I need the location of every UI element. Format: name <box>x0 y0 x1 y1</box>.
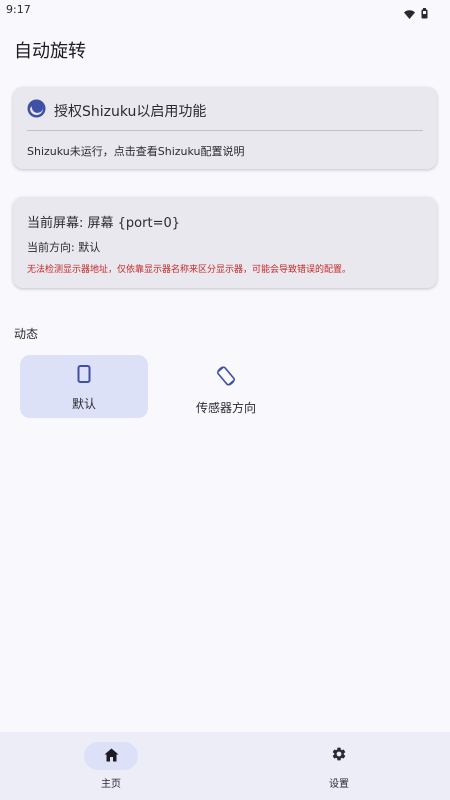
bottom-navigation: 主页 设置 <box>0 732 450 800</box>
mode-option-sensor[interactable]: 传感器方向 <box>162 355 290 418</box>
nav-label-home: 主页 <box>101 779 121 790</box>
home-icon <box>104 747 119 766</box>
status-bar: 9:17 <box>0 0 450 22</box>
mode-option-default[interactable]: 默认 <box>20 355 148 418</box>
page-title: 自动旋转 <box>14 41 86 62</box>
current-screen-text: 当前屏幕: 屏幕 {port=0} <box>27 216 180 231</box>
nav-label-settings: 设置 <box>329 779 349 790</box>
nav-item-settings[interactable]: 设置 <box>279 742 399 794</box>
status-time: 9:17 <box>6 3 31 16</box>
shizuku-icon <box>27 99 46 122</box>
mode-label-default: 默认 <box>71 397 96 411</box>
phone-portrait-icon <box>77 365 91 387</box>
gear-icon <box>331 746 347 766</box>
wifi-icon <box>404 4 415 23</box>
nav-item-home[interactable]: 主页 <box>51 742 171 794</box>
shizuku-title: 授权Shizuku以启用功能 <box>54 103 207 120</box>
mode-label-sensor: 传感器方向 <box>195 401 256 415</box>
display-warning-text: 无法检测显示器地址，仅依靠显示器名称来区分显示器，可能会导致错误的配置。 <box>27 265 352 275</box>
display-info-card: 当前屏幕: 屏幕 {port=0} 当前方向: 默认 无法检测显示器地址，仅依靠… <box>13 197 437 288</box>
current-orientation-text: 当前方向: 默认 <box>27 241 101 254</box>
screen-rotation-icon <box>215 365 237 391</box>
nav-indicator-settings <box>312 742 366 770</box>
battery-icon <box>421 4 428 23</box>
card-divider <box>27 130 423 131</box>
section-label-dynamic: 动态 <box>14 327 39 341</box>
shizuku-card[interactable]: 授权Shizuku以启用功能 Shizuku未运行，点击查看Shizuku配置说… <box>13 87 437 169</box>
shizuku-description[interactable]: Shizuku未运行，点击查看Shizuku配置说明 <box>27 143 245 159</box>
status-icons <box>404 4 428 23</box>
shizuku-header: 授权Shizuku以启用功能 <box>27 99 206 122</box>
nav-indicator-home <box>84 742 138 770</box>
